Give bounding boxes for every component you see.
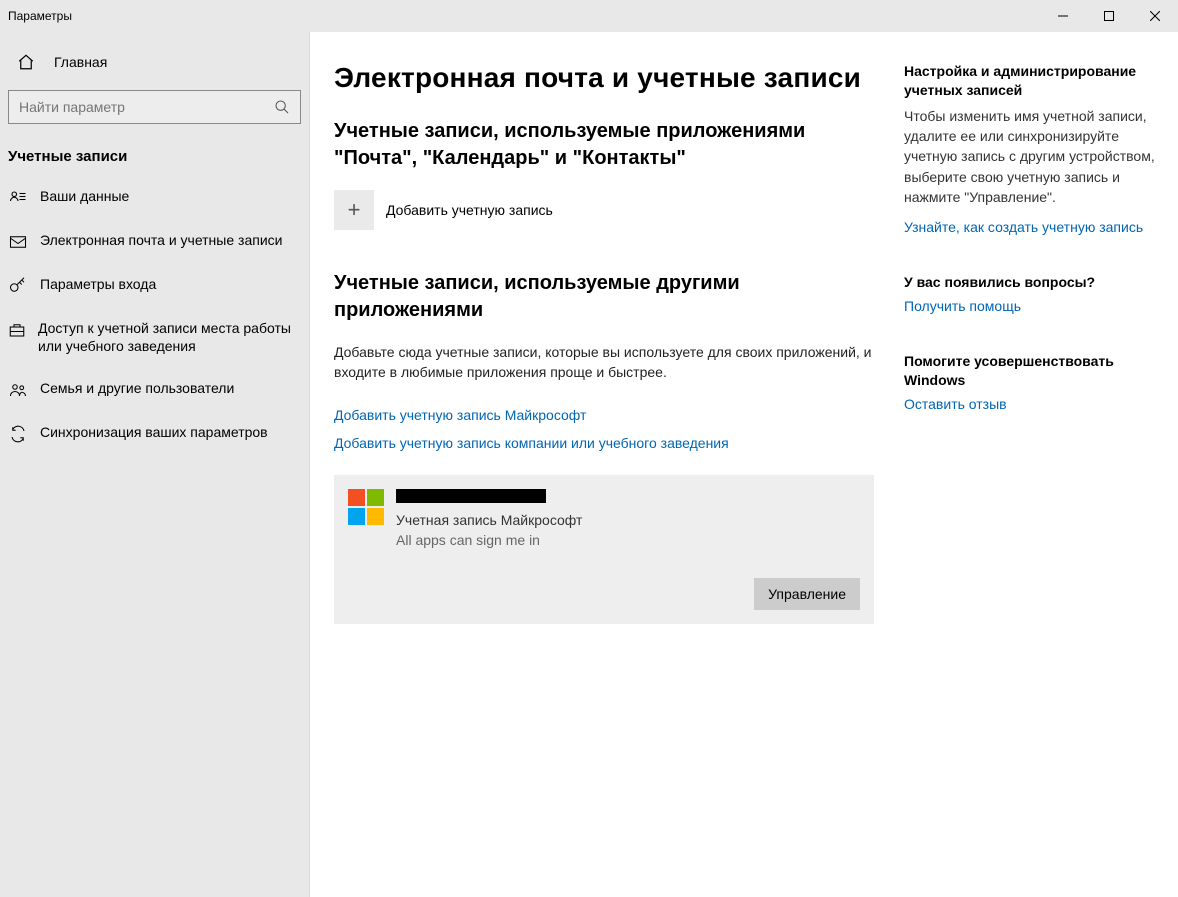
sync-icon	[8, 425, 28, 443]
add-account-label: Добавить учетную запись	[386, 202, 553, 218]
sidebar-item-label: Параметры входа	[40, 275, 156, 293]
account-card[interactable]: Учетная запись Майкрософт All apps can s…	[334, 475, 874, 624]
sidebar-item-label: Синхронизация ваших параметров	[40, 423, 268, 441]
sidebar-item-signin-options[interactable]: Параметры входа	[0, 263, 309, 307]
manage-button[interactable]: Управление	[754, 578, 860, 610]
aside-block-feedback: Помогите усовершенствовать Windows Остав…	[904, 352, 1162, 412]
maximize-button[interactable]	[1086, 0, 1132, 32]
add-account-row[interactable]: + Добавить учетную запись	[334, 190, 874, 230]
aside-feedback-title: Помогите усовершенствовать Windows	[904, 352, 1162, 390]
close-icon	[1150, 11, 1160, 21]
section-other-apps-desc: Добавьте сюда учетные записи, которые вы…	[334, 342, 874, 383]
search-icon	[274, 99, 290, 115]
search-input-wrap[interactable]	[8, 90, 301, 124]
window-controls	[1040, 0, 1178, 32]
account-name-redacted	[396, 489, 546, 503]
key-icon	[8, 277, 28, 295]
person-card-icon	[8, 189, 28, 207]
sidebar-item-sync[interactable]: Синхронизация ваших параметров	[0, 411, 309, 455]
minimize-icon	[1058, 11, 1068, 21]
mail-icon	[8, 233, 28, 251]
main-column: Электронная почта и учетные записи Учетн…	[334, 62, 894, 897]
sidebar-item-email-accounts[interactable]: Электронная почта и учетные записи	[0, 219, 309, 263]
aside-admin-body: Чтобы изменить имя учетной записи, удали…	[904, 106, 1162, 207]
search-input[interactable]	[9, 99, 300, 115]
aside-help-title: У вас появились вопросы?	[904, 273, 1162, 292]
add-work-school-account-link[interactable]: Добавить учетную запись компании или уче…	[334, 435, 729, 451]
aside-block-admin: Настройка и администрирование учетных за…	[904, 62, 1162, 235]
aside-help-link[interactable]: Получить помощь	[904, 298, 1021, 314]
sidebar-item-label: Электронная почта и учетные записи	[40, 231, 282, 249]
maximize-icon	[1104, 11, 1114, 21]
aside-admin-link[interactable]: Узнайте, как создать учетную запись	[904, 219, 1143, 235]
sidebar-item-label: Ваши данные	[40, 187, 129, 205]
window-title: Параметры	[0, 9, 72, 23]
section-mail-accounts-title: Учетные записи, используемые приложениям…	[334, 118, 874, 172]
add-ms-account-link[interactable]: Добавить учетную запись Майкрософт	[334, 407, 586, 423]
aside-column: Настройка и администрирование учетных за…	[894, 62, 1178, 897]
account-status: All apps can sign me in	[396, 532, 860, 548]
content: Электронная почта и учетные записи Учетн…	[310, 32, 1178, 897]
sidebar-item-work-school[interactable]: Доступ к учетной записи места работы или…	[0, 307, 309, 367]
microsoft-logo-icon	[348, 489, 384, 525]
close-button[interactable]	[1132, 0, 1178, 32]
sidebar-home-label: Главная	[54, 54, 107, 70]
page-title: Электронная почта и учетные записи	[334, 62, 874, 94]
minimize-button[interactable]	[1040, 0, 1086, 32]
home-icon	[16, 53, 36, 71]
sidebar-item-your-info[interactable]: Ваши данные	[0, 175, 309, 219]
aside-admin-title: Настройка и администрирование учетных за…	[904, 62, 1162, 100]
titlebar: Параметры	[0, 0, 1178, 32]
briefcase-icon	[8, 321, 26, 339]
sidebar-home[interactable]: Главная	[0, 40, 309, 84]
aside-block-help: У вас появились вопросы? Получить помощь	[904, 273, 1162, 314]
sidebar-item-label: Семья и другие пользователи	[40, 379, 234, 397]
account-type-label: Учетная запись Майкрософт	[396, 512, 860, 528]
sidebar-section-title: Учетные записи	[0, 134, 309, 175]
sidebar-item-label: Доступ к учетной записи места работы или…	[38, 319, 293, 355]
people-icon	[8, 381, 28, 399]
sidebar-item-family[interactable]: Семья и другие пользователи	[0, 367, 309, 411]
plus-icon: +	[334, 190, 374, 230]
sidebar: Главная Учетные записи Ваши данные Элект…	[0, 32, 310, 897]
section-other-apps-title: Учетные записи, используемые другими при…	[334, 270, 874, 324]
aside-feedback-link[interactable]: Оставить отзыв	[904, 396, 1007, 412]
